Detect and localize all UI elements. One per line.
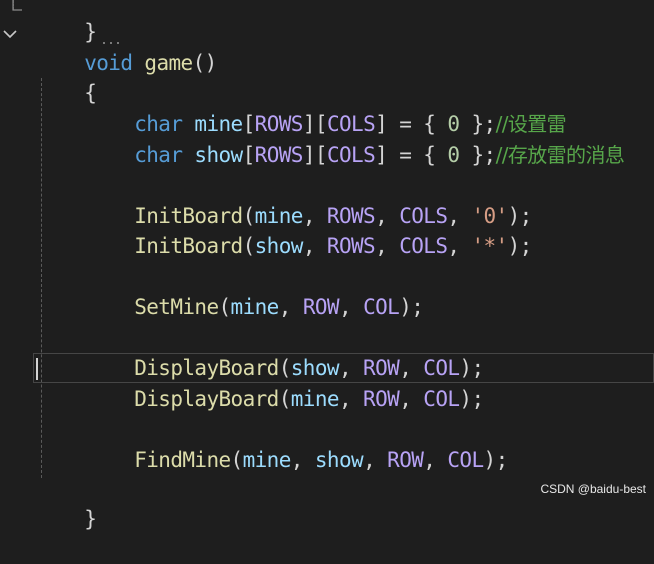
code-line-close-brace[interactable]: }: [36, 474, 97, 531]
type-keyword: char: [134, 143, 183, 167]
code-line-setmine[interactable]: SetMine(mine, ROW, COL);: [86, 262, 424, 319]
function-call: InitBoard: [134, 234, 243, 258]
punctuation: (: [278, 387, 292, 411]
fold-bracket-icon: [12, 0, 22, 11]
punctuation: ,: [302, 234, 327, 258]
code-line-init-show[interactable]: InitBoard(show, ROWS, COLS, '*');: [86, 201, 532, 258]
macro: ROW: [363, 387, 400, 411]
code-line-signature[interactable]: void game(): [36, 18, 217, 75]
code-line-findmine[interactable]: FindMine(mine, show, ROW, COL);: [86, 415, 508, 472]
argument: mine: [242, 448, 292, 472]
code-line-display-show[interactable]: DisplayBoard(show, ROW, COL);: [86, 323, 484, 380]
punctuation: ,: [278, 295, 303, 319]
punctuation: (: [230, 448, 244, 472]
punctuation: ,: [338, 295, 364, 319]
punctuation: ,: [399, 387, 424, 411]
text-caret: [36, 358, 38, 380]
argument: show: [254, 234, 304, 258]
function-call: DisplayBoard: [134, 387, 279, 411]
macro: COL: [363, 295, 400, 319]
code-line-init-mine[interactable]: InitBoard(mine, ROWS, COLS, '0');: [86, 171, 532, 228]
punctuation: ][: [302, 143, 328, 167]
code-editor[interactable]: } void game() { char mine[ROWS][COLS] = …: [0, 0, 654, 531]
comment: //存放雷的消息: [495, 143, 625, 167]
number-literal: 0: [447, 143, 460, 167]
code-line-display-mine[interactable]: DisplayBoard(mine, ROW, COL);: [86, 354, 484, 411]
macro: ROWS: [254, 143, 304, 167]
indent-guide-function: [41, 78, 42, 478]
punctuation: ,: [423, 448, 448, 472]
macro: COLS: [326, 143, 376, 167]
function-name: game: [144, 51, 193, 75]
punctuation: );: [399, 295, 424, 319]
code-line[interactable]: }: [36, 0, 97, 44]
macro: ROWS: [326, 234, 376, 258]
punctuation: (: [242, 234, 256, 258]
punctuation: ,: [447, 234, 472, 258]
punctuation: };: [459, 143, 496, 167]
argument: mine: [290, 387, 340, 411]
punctuation: [: [242, 143, 256, 167]
punctuation: );: [483, 448, 509, 472]
macro: ROW: [387, 448, 424, 472]
function-call: FindMine: [134, 448, 231, 472]
argument: mine: [230, 295, 280, 319]
code-line-mine-decl[interactable]: char mine[ROWS][COLS] = { 0 };//设置雷: [86, 79, 566, 136]
punctuation: );: [459, 387, 484, 411]
suggestion-dots-icon: [103, 42, 119, 44]
punctuation: );: [507, 234, 533, 258]
punctuation: ,: [363, 448, 388, 472]
code-line-open-brace[interactable]: {: [36, 48, 97, 105]
watermark: CSDN @baidu-best: [540, 482, 646, 496]
parens: (): [192, 51, 218, 75]
char-literal: '*': [471, 234, 508, 258]
punctuation: (: [218, 295, 232, 319]
variable-name: show: [194, 143, 243, 167]
function-call: SetMine: [134, 295, 219, 319]
punctuation: ,: [338, 387, 364, 411]
punctuation: ,: [290, 448, 315, 472]
punctuation: ] = {: [375, 143, 448, 167]
macro: COL: [447, 448, 484, 472]
macro: COLS: [399, 234, 448, 258]
macro: ROW: [302, 295, 340, 319]
closing-brace: }: [84, 507, 97, 531]
argument: show: [314, 448, 364, 472]
chevron-down-icon[interactable]: [2, 26, 18, 42]
punctuation: ,: [375, 234, 400, 258]
code-line-show-decl[interactable]: char show[ROWS][COLS] = { 0 };//存放雷的消息: [86, 110, 625, 167]
macro: COL: [423, 387, 460, 411]
